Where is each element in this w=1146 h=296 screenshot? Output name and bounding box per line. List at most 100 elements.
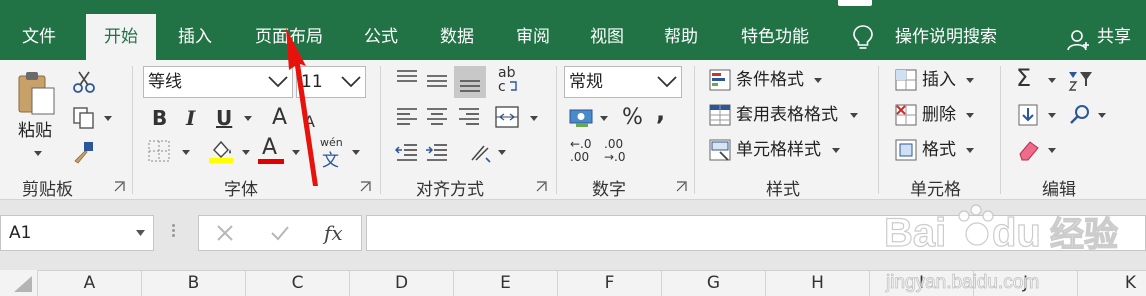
column-header-d[interactable]: D	[350, 270, 454, 296]
column-header-g[interactable]: G	[662, 270, 766, 296]
italic-button[interactable]: I	[186, 106, 195, 130]
cell-styles-icon[interactable]	[708, 138, 732, 162]
fill-dropdown-icon[interactable]	[1048, 113, 1056, 118]
paste-dropdown-icon[interactable]	[34, 151, 42, 156]
align-center-icon[interactable]	[424, 104, 450, 130]
clear-eraser-icon[interactable]	[1016, 138, 1042, 162]
format-dropdown-icon[interactable]	[966, 148, 974, 153]
increase-decimal-button[interactable]: .00	[570, 151, 589, 163]
accounting-dropdown-icon[interactable]	[600, 116, 608, 121]
find-select-icon[interactable]	[1068, 103, 1092, 127]
format-as-table-label[interactable]: 套用表格格式	[736, 103, 838, 127]
tell-me-search[interactable]: 操作说明搜索	[888, 14, 1004, 60]
clear-dropdown-icon[interactable]	[1048, 148, 1056, 153]
autosum-button[interactable]: Σ	[1016, 66, 1031, 90]
alignment-launcher-icon[interactable]	[536, 181, 547, 192]
lightbulb-icon[interactable]	[852, 24, 874, 52]
font-color-button[interactable]: A	[262, 136, 277, 160]
insert-function-button[interactable]: fx	[324, 221, 343, 245]
copy-dropdown-icon[interactable]	[104, 116, 112, 121]
conditional-formatting-icon[interactable]	[708, 68, 732, 92]
find-dropdown-icon[interactable]	[1098, 113, 1106, 118]
delete-cells-icon[interactable]	[894, 103, 918, 127]
paste-label[interactable]: 粘贴	[18, 119, 52, 143]
delete-dropdown-icon[interactable]	[966, 113, 974, 118]
tab-insert[interactable]: 插入	[172, 14, 218, 60]
underline-dropdown-icon[interactable]	[244, 116, 252, 121]
phonetic-dropdown-icon[interactable]	[352, 150, 360, 155]
delete-cells-label[interactable]: 删除	[922, 103, 956, 127]
borders-dropdown-icon[interactable]	[182, 150, 190, 155]
chevron-down-icon[interactable]	[657, 75, 677, 89]
tab-help[interactable]: 帮助	[658, 14, 704, 60]
format-table-dropdown-icon[interactable]	[850, 113, 858, 118]
name-box[interactable]: A1	[0, 215, 154, 251]
font-name-combo[interactable]: 等线	[143, 66, 293, 98]
align-top-icon[interactable]	[394, 68, 420, 94]
fill-color-dropdown-icon[interactable]	[242, 150, 250, 155]
align-left-icon[interactable]	[394, 104, 420, 130]
cell-styles-label[interactable]: 单元格样式	[736, 138, 821, 162]
share-button[interactable]: 共享	[1094, 14, 1134, 60]
percent-style-button[interactable]: %	[622, 106, 643, 130]
column-header-a[interactable]: A	[38, 270, 142, 296]
select-all-corner[interactable]	[0, 270, 38, 296]
column-header-c[interactable]: C	[246, 270, 350, 296]
tab-special-features[interactable]: 特色功能	[734, 14, 816, 60]
font-launcher-icon[interactable]	[360, 181, 371, 192]
tab-data[interactable]: 数据	[434, 14, 480, 60]
column-header-f[interactable]: F	[558, 270, 662, 296]
format-painter-icon[interactable]	[72, 140, 96, 164]
column-header-h[interactable]: H	[766, 270, 870, 296]
share-person-icon[interactable]	[1067, 28, 1089, 52]
wrap-text-button[interactable]: c	[498, 80, 506, 94]
select-all-triangle-icon[interactable]	[14, 276, 32, 292]
insert-dropdown-icon[interactable]	[966, 78, 974, 83]
name-box-dropdown-icon[interactable]	[136, 230, 145, 236]
orientation-icon[interactable]	[468, 140, 494, 166]
formula-bar-splitter[interactable]	[172, 222, 176, 244]
autosum-dropdown-icon[interactable]	[1048, 78, 1056, 83]
copy-icon[interactable]	[72, 106, 96, 130]
tab-home[interactable]: 开始	[86, 14, 156, 60]
decrease-decimal-button[interactable]: →.0	[604, 151, 626, 163]
cut-scissors-icon[interactable]	[72, 70, 96, 94]
comma-style-button[interactable]: ,	[656, 100, 665, 124]
orientation-dropdown-icon[interactable]	[498, 150, 506, 155]
format-cells-icon[interactable]	[894, 138, 918, 162]
format-cells-label[interactable]: 格式	[922, 138, 956, 162]
underline-button[interactable]: U	[216, 106, 232, 130]
align-middle-icon[interactable]	[424, 68, 450, 94]
align-right-icon[interactable]	[456, 104, 482, 130]
number-format-combo[interactable]: 常规	[564, 66, 682, 98]
accounting-format-icon[interactable]	[568, 104, 596, 130]
phonetic-guide-button[interactable]: 文	[322, 146, 339, 171]
merge-dropdown-icon[interactable]	[530, 116, 538, 121]
cell-styles-dropdown-icon[interactable]	[832, 148, 840, 153]
format-as-table-icon[interactable]	[708, 103, 732, 127]
fill-color-icon[interactable]	[208, 138, 234, 164]
tab-file[interactable]: 文件	[18, 14, 60, 60]
align-bottom-icon[interactable]	[457, 68, 483, 94]
sort-filter-icon[interactable]	[1066, 68, 1096, 92]
insert-cells-icon[interactable]	[894, 68, 918, 92]
conditional-dropdown-icon[interactable]	[814, 78, 822, 83]
tab-formulas[interactable]: 公式	[358, 14, 404, 60]
merge-center-icon[interactable]	[494, 104, 520, 130]
number-launcher-icon[interactable]	[676, 181, 687, 192]
column-header-e[interactable]: E	[454, 270, 558, 296]
borders-icon[interactable]	[148, 140, 170, 162]
clipboard-launcher-icon[interactable]	[114, 181, 125, 192]
decrease-indent-icon[interactable]	[394, 140, 420, 166]
increase-indent-icon[interactable]	[424, 140, 450, 166]
chevron-down-icon[interactable]	[341, 75, 361, 89]
enter-check-icon[interactable]	[270, 224, 290, 242]
paste-icon[interactable]	[16, 70, 56, 116]
cancel-x-icon[interactable]	[216, 224, 234, 242]
tab-review[interactable]: 审阅	[510, 14, 556, 60]
bold-button[interactable]: B	[152, 106, 167, 130]
insert-cells-label[interactable]: 插入	[922, 68, 956, 92]
fill-down-icon[interactable]	[1016, 103, 1040, 127]
tab-view[interactable]: 视图	[584, 14, 630, 60]
conditional-formatting-label[interactable]: 条件格式	[736, 68, 804, 92]
